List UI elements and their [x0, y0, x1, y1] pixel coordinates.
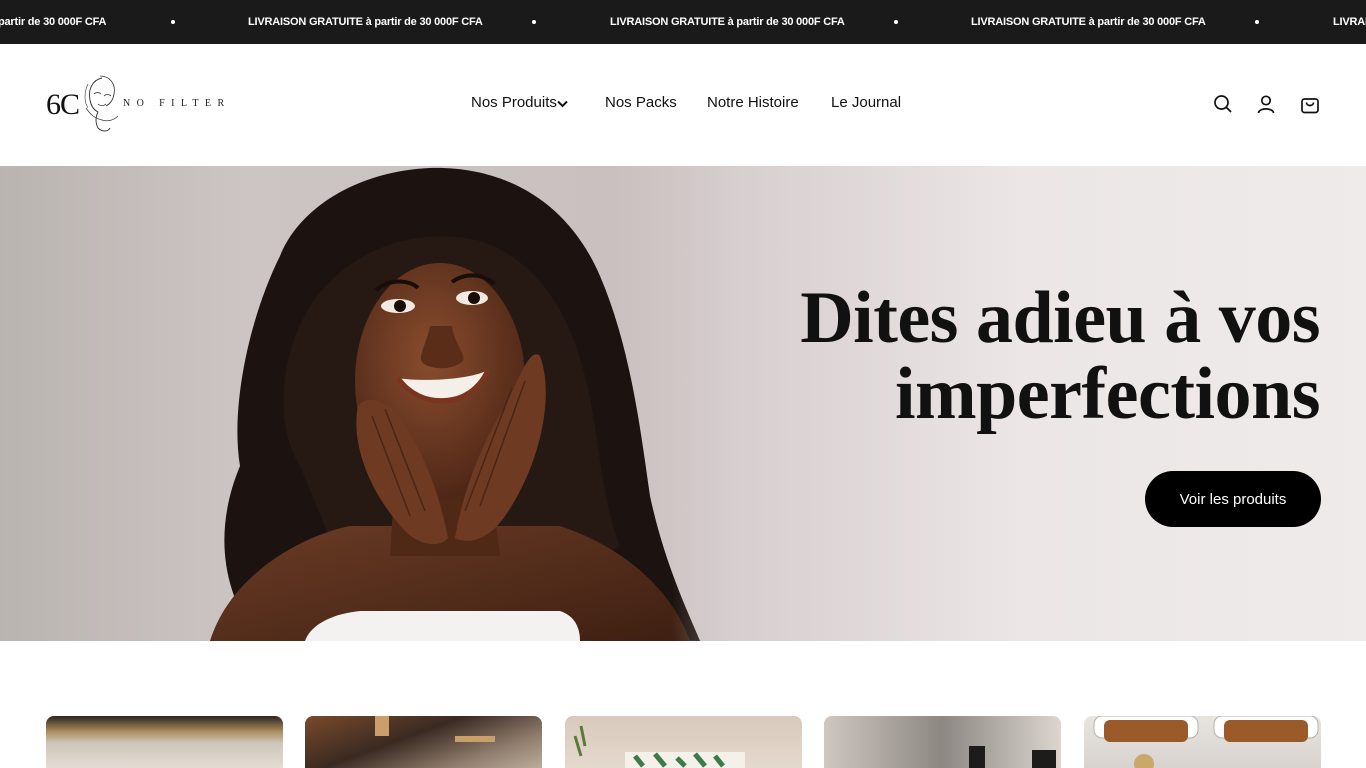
announcement-separator	[171, 20, 175, 24]
site-header: 6C NO FILTER Nos Produits Nos Packs Notr…	[0, 44, 1366, 166]
hero-banner: Dites adieu à vos imperfections Voir les…	[0, 166, 1366, 641]
category-card[interactable]	[824, 716, 1061, 768]
chevron-down-icon[interactable]	[557, 100, 568, 108]
view-products-button[interactable]: Voir les produits	[1145, 471, 1321, 527]
announcement-text: LIVRAISON GRATUITE à partir de 30 000F C…	[610, 16, 845, 28]
announcement-text: LIVRAISON GRATUITE à partir de 30 000F C…	[971, 16, 1206, 28]
cart-icon[interactable]	[1300, 94, 1320, 114]
nav-item-products[interactable]: Nos Produits	[471, 94, 557, 111]
hero-title-line1: Dites adieu à vos	[800, 277, 1320, 359]
category-card-image	[573, 725, 745, 768]
category-card[interactable]	[1084, 716, 1321, 768]
category-card-image	[375, 716, 495, 742]
main-navigation: Nos Produits Nos Packs Notre Histoire Le…	[0, 44, 1366, 166]
category-card[interactable]	[565, 716, 802, 768]
category-card[interactable]	[46, 716, 283, 768]
announcement-separator	[894, 20, 898, 24]
hero-title: Dites adieu à vos imperfections	[760, 280, 1320, 432]
category-card-image	[1093, 716, 1319, 768]
announcement-text: LIVRAISON GRATUITE à partir de 30 000F C…	[248, 16, 483, 28]
announcement-bar: partir de 30 000F CFA LIVRAISON GRATUITE…	[0, 0, 1366, 44]
nav-item-story[interactable]: Notre Histoire	[707, 94, 799, 111]
account-icon[interactable]	[1256, 94, 1276, 114]
category-card[interactable]	[305, 716, 542, 768]
announcement-separator	[1255, 20, 1259, 24]
hero-title-line2: imperfections	[894, 353, 1321, 435]
category-cards	[0, 716, 1366, 768]
announcement-text: partir de 30 000F CFA	[0, 16, 107, 28]
nav-item-journal[interactable]: Le Journal	[831, 94, 901, 111]
nav-item-packs[interactable]: Nos Packs	[605, 94, 677, 111]
category-card-image	[969, 746, 1056, 768]
announcement-text: LIVRAIS	[1333, 16, 1366, 28]
search-icon[interactable]	[1213, 94, 1233, 114]
hero-model-image	[0, 166, 820, 641]
announcement-track: partir de 30 000F CFA LIVRAISON GRATUITE…	[0, 0, 1366, 44]
announcement-separator	[532, 20, 536, 24]
